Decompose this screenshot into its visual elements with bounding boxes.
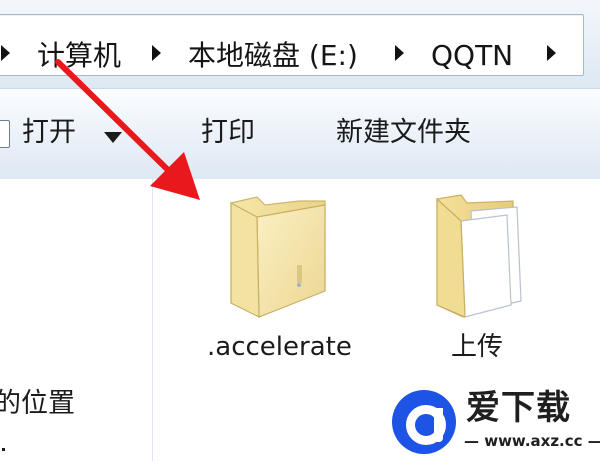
watermark-logo-icon <box>392 390 456 454</box>
open-button[interactable]: 打开 <box>0 89 140 179</box>
open-button-label: 打开 <box>22 117 76 148</box>
print-button-label: 打印 <box>201 117 255 148</box>
watermark-url: — www.axz.cc — <box>464 432 600 450</box>
breadcrumb-item-local-disk[interactable]: 本地磁盘 (E:) <box>188 39 358 73</box>
dropdown-arrow-icon[interactable] <box>104 132 122 143</box>
nav-pane-marker <box>2 448 5 451</box>
watermark: 爱下载 — www.axz.cc — <box>388 386 600 461</box>
new-folder-button[interactable]: 新建文件夹 <box>322 89 502 179</box>
address-bar: 计算机 本地磁盘 (E:) QQTN <box>0 0 600 88</box>
open-document-icon <box>0 120 10 148</box>
breadcrumb-item-qqtn[interactable]: QQTN <box>431 39 513 73</box>
chevron-right-icon[interactable] <box>395 45 404 61</box>
watermark-title: 爱下载 <box>466 388 571 428</box>
command-toolbar: 打开 打印 新建文件夹 <box>0 88 600 180</box>
nav-item-recent-places[interactable]: 的位置 <box>0 387 75 421</box>
folder-item-upload[interactable]: 上传 <box>423 191 533 371</box>
chevron-right-icon[interactable] <box>547 45 556 61</box>
chevron-right-icon[interactable] <box>1 45 10 61</box>
breadcrumb[interactable]: 计算机 本地磁盘 (E:) QQTN <box>0 14 584 76</box>
folder-with-documents-icon <box>436 194 522 318</box>
new-folder-button-label: 新建文件夹 <box>336 117 471 148</box>
chevron-right-icon[interactable] <box>152 45 161 61</box>
navigation-pane[interactable]: 的位置 <box>0 179 153 461</box>
breadcrumb-item-computer[interactable]: 计算机 <box>37 39 121 73</box>
folder-name[interactable]: .accelerate <box>207 331 352 363</box>
folder-icon <box>230 196 326 318</box>
print-button[interactable]: 打印 <box>185 89 285 179</box>
folder-name[interactable]: 上传 <box>451 331 503 363</box>
folder-item-accelerate[interactable]: .accelerate <box>198 191 378 371</box>
